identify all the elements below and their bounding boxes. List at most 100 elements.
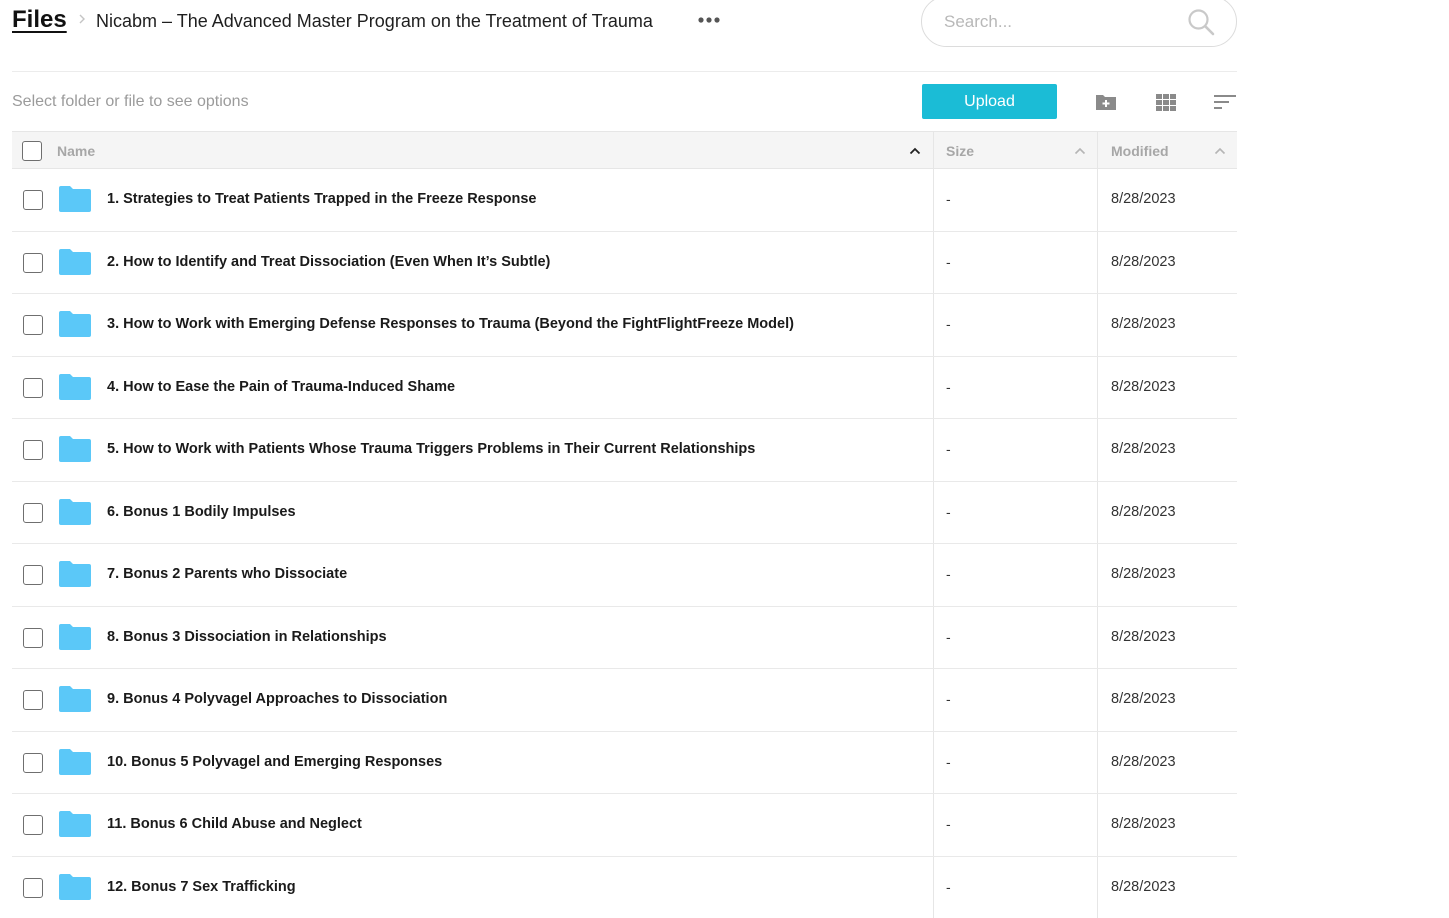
size-cell: -	[933, 606, 1097, 668]
file-name: 5. How to Work with Patients Whose Traum…	[107, 441, 756, 457]
table-row[interactable]: 2. How to Identify and Treat Dissociatio…	[12, 231, 1237, 294]
file-name: 3. How to Work with Emerging Defense Res…	[107, 316, 794, 332]
file-size: -	[946, 441, 951, 457]
sort-ascending-icon[interactable]	[908, 144, 922, 158]
folder-icon	[59, 748, 91, 775]
row-checkbox[interactable]	[23, 627, 43, 648]
modified-cell: 8/28/2023	[1097, 731, 1237, 793]
file-name: 8. Bonus 3 Dissociation in Relationships	[107, 628, 387, 645]
folder-icon	[59, 811, 91, 837]
file-name: 10. Bonus 5 Polyvagel and Emerging Respo…	[107, 753, 443, 770]
upload-button[interactable]: Upload	[922, 84, 1057, 119]
file-size: -	[946, 191, 951, 207]
file-modified: 8/28/2023	[1111, 378, 1176, 395]
size-cell: -	[933, 856, 1097, 918]
file-name: 7. Bonus 2 Parents who Dissociate	[107, 566, 348, 582]
column-name-label: Name	[57, 143, 96, 159]
folder-icon	[59, 623, 91, 650]
row-checkbox[interactable]	[23, 190, 43, 210]
table-row[interactable]: 5. How to Work with Patients Whose Traum…	[12, 419, 1237, 482]
modified-cell: 8/28/2023	[1097, 856, 1237, 918]
row-checkbox[interactable]	[23, 690, 43, 710]
row-checkbox[interactable]	[23, 752, 43, 773]
file-size: -	[946, 566, 951, 582]
breadcrumb-current-folder: Nicabm – The Advanced Master Program on …	[96, 11, 653, 31]
file-modified: 8/28/2023	[1111, 316, 1176, 332]
table-row[interactable]: 7. Bonus 2 Parents who Dissociate - 8/28…	[12, 544, 1237, 607]
folder-icon	[59, 311, 91, 337]
folder-icon	[59, 373, 91, 400]
file-size: -	[946, 816, 951, 832]
grid-view-icon[interactable]	[1154, 90, 1178, 114]
modified-cell: 8/28/2023	[1097, 544, 1237, 606]
size-cell: -	[933, 169, 1097, 231]
file-name: 1. Strategies to Treat Patients Trapped …	[107, 191, 537, 207]
table-row[interactable]: 9. Bonus 4 Polyvagel Approaches to Disso…	[12, 669, 1237, 732]
search-input[interactable]	[944, 9, 1174, 35]
folder-icon	[59, 561, 91, 587]
file-name: 2. How to Identify and Treat Dissociatio…	[107, 253, 551, 270]
folder-icon	[59, 686, 91, 712]
selection-hint: Select folder or file to see options	[12, 93, 249, 110]
column-header-modified[interactable]: Modified	[1097, 132, 1237, 169]
row-checkbox[interactable]	[23, 440, 43, 460]
folder-icon	[59, 498, 91, 525]
table-row[interactable]: 1. Strategies to Treat Patients Trapped …	[12, 169, 1237, 232]
file-modified: 8/28/2023	[1111, 753, 1176, 770]
table-row[interactable]: 11. Bonus 6 Child Abuse and Neglect - 8/…	[12, 794, 1237, 857]
table-row[interactable]: 4. How to Ease the Pain of Trauma-Induce…	[12, 356, 1237, 419]
chevron-right-icon	[79, 14, 85, 24]
file-modified: 8/28/2023	[1111, 503, 1176, 520]
search-box	[921, 0, 1237, 47]
row-checkbox[interactable]	[23, 377, 43, 398]
sort-icon[interactable]	[1213, 90, 1237, 114]
modified-cell: 8/28/2023	[1097, 419, 1237, 481]
row-checkbox[interactable]	[23, 877, 43, 898]
file-modified: 8/28/2023	[1111, 691, 1176, 707]
table-row[interactable]: 12. Bonus 7 Sex Trafficking - 8/28/2023	[12, 856, 1237, 918]
size-cell: -	[933, 481, 1097, 543]
sort-ascending-icon[interactable]	[1213, 144, 1227, 158]
file-name: 9. Bonus 4 Polyvagel Approaches to Disso…	[107, 691, 448, 707]
file-manager-page: Files Nicabm – The Advanced Master Progr…	[0, 0, 1449, 918]
column-size-label: Size	[946, 143, 975, 159]
column-header-name[interactable]: Name	[12, 132, 933, 169]
column-header-size[interactable]: Size	[933, 132, 1097, 169]
row-checkbox[interactable]	[23, 565, 43, 585]
search-icon[interactable]	[1186, 7, 1216, 37]
file-name: 6. Bonus 1 Bodily Impulses	[107, 503, 296, 520]
sort-ascending-icon[interactable]	[1073, 144, 1087, 158]
breadcrumb-root-files[interactable]: Files	[12, 6, 67, 34]
file-size: -	[946, 253, 951, 270]
size-cell: -	[933, 356, 1097, 418]
create-folder-icon[interactable]	[1094, 90, 1118, 114]
file-modified: 8/28/2023	[1111, 816, 1176, 832]
table-row[interactable]: 10. Bonus 5 Polyvagel and Emerging Respo…	[12, 731, 1237, 794]
file-name: 12. Bonus 7 Sex Trafficking	[107, 878, 296, 895]
row-checkbox[interactable]	[23, 502, 43, 523]
select-all-checkbox[interactable]	[22, 141, 42, 161]
folder-icon	[59, 186, 91, 212]
file-modified: 8/28/2023	[1111, 253, 1176, 270]
table-row[interactable]: 8. Bonus 3 Dissociation in Relationships…	[12, 606, 1237, 669]
folder-icon	[59, 436, 91, 462]
table-row[interactable]: 3. How to Work with Emerging Defense Res…	[12, 294, 1237, 357]
file-size: -	[946, 753, 951, 770]
row-checkbox[interactable]	[23, 815, 43, 835]
size-cell: -	[933, 794, 1097, 856]
header: Files Nicabm – The Advanced Master Progr…	[12, 0, 1237, 72]
file-size: -	[946, 691, 951, 707]
column-modified-label: Modified	[1111, 143, 1169, 159]
file-size: -	[946, 503, 951, 520]
file-modified: 8/28/2023	[1111, 191, 1176, 207]
table-body: 1. Strategies to Treat Patients Trapped …	[12, 169, 1237, 918]
row-checkbox[interactable]	[23, 315, 43, 335]
modified-cell: 8/28/2023	[1097, 481, 1237, 543]
folder-icon	[59, 248, 91, 275]
modified-cell: 8/28/2023	[1097, 794, 1237, 856]
file-name: 11. Bonus 6 Child Abuse and Neglect	[107, 816, 362, 832]
size-cell: -	[933, 294, 1097, 356]
row-checkbox[interactable]	[23, 252, 43, 273]
more-options-icon[interactable]	[696, 10, 724, 30]
table-row[interactable]: 6. Bonus 1 Bodily Impulses - 8/28/2023	[12, 481, 1237, 544]
